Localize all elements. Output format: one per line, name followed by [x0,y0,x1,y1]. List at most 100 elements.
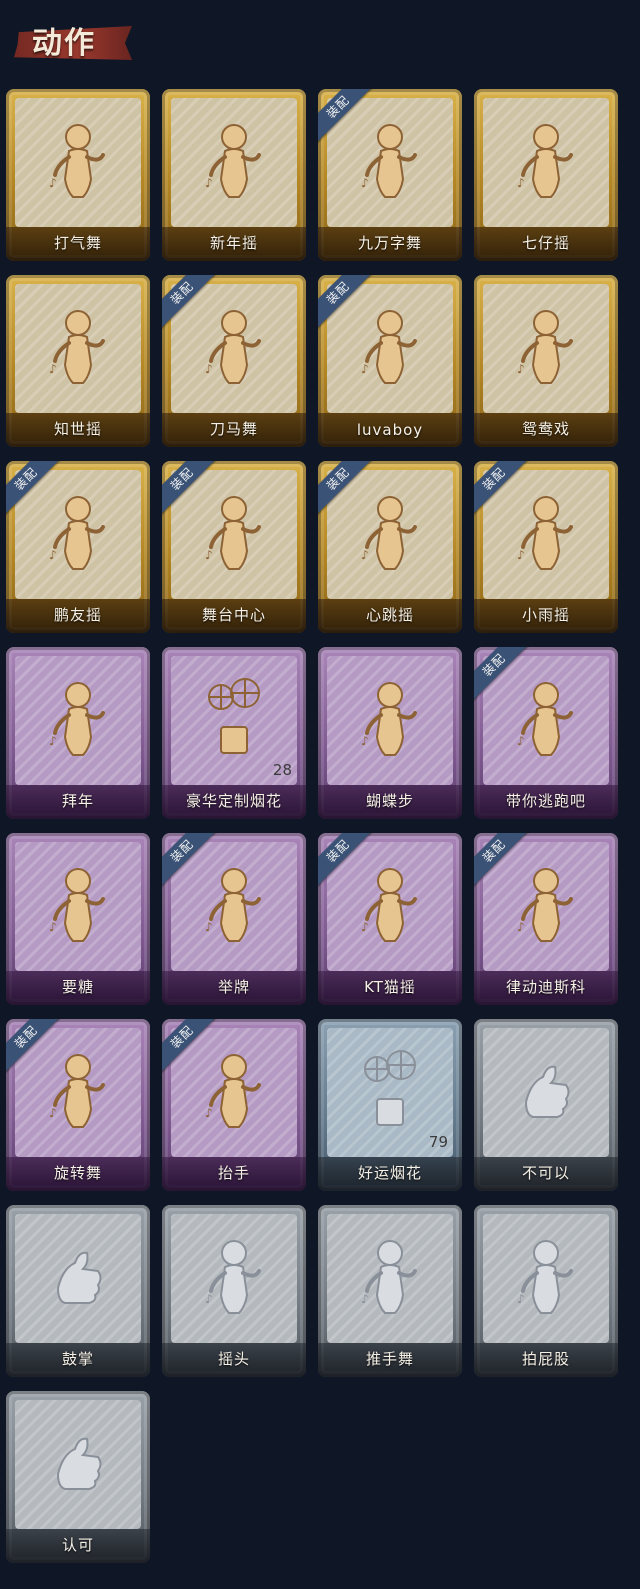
action-card[interactable]: ♪ luvaboy 装配 [318,275,462,447]
spin-pose-icon: ♪ [43,1047,113,1137]
action-card[interactable]: ♪ 带你逃跑吧 装配 [474,647,618,819]
action-card[interactable]: ♪ 鹏友摇 装配 [6,461,150,633]
action-card[interactable]: ♪ 拍屁股 [474,1205,618,1377]
action-label: luvaboy [356,421,424,439]
action-label: 鹏友摇 [53,606,102,624]
dance-pose-icon: ♪ [43,303,113,393]
svg-text:♪: ♪ [49,548,57,562]
action-card[interactable]: ♪ 小雨摇 装配 [474,461,618,633]
action-card[interactable]: 不可以 [474,1019,618,1191]
thumbs-up-icon [43,1419,113,1509]
disco-pose-icon: ♪ [511,861,581,951]
action-label: 鼓掌 [61,1350,94,1368]
svg-text:♪: ♪ [517,1292,525,1306]
reach-pose-icon: ♪ [43,861,113,951]
item-count: 79 [428,1133,448,1151]
action-card[interactable]: ♪ 摇头 [162,1205,306,1377]
action-label: 豪华定制烟花 [185,792,282,810]
action-card[interactable]: ♪ 拜年 [6,647,150,819]
action-card[interactable]: 豪华定制烟花 28 [162,647,306,819]
action-card[interactable]: ♪ 心跳摇 装配 [318,461,462,633]
action-card[interactable]: ♪ 推手舞 [318,1205,462,1377]
svg-text:♪: ♪ [361,920,369,934]
dance-pose-icon: ♪ [43,489,113,579]
action-card[interactable]: ♪ 七仔摇 [474,89,618,261]
shake-head-pose-icon: ♪ [199,1233,269,1323]
action-card[interactable]: ♪ 打气舞 [6,89,150,261]
action-label: 不可以 [521,1164,570,1182]
svg-text:♪: ♪ [205,362,213,376]
svg-text:♪: ♪ [205,1106,213,1120]
action-card[interactable]: ♪ 旋转舞 装配 [6,1019,150,1191]
action-label: 拜年 [61,792,94,810]
action-card[interactable]: ♪ 举牌 装配 [162,833,306,1005]
svg-text:♪: ♪ [49,734,57,748]
action-card[interactable]: ♪ 鸳鸯戏 [474,275,618,447]
push-hands-pose-icon: ♪ [355,1233,425,1323]
dance-pose-icon: ♪ [511,303,581,393]
action-card[interactable]: ♪ 蝴蝶步 [318,647,462,819]
svg-text:♪: ♪ [517,548,525,562]
action-card[interactable]: 认可 [6,1391,150,1563]
dance-pose-icon: ♪ [355,675,425,765]
action-label: 律动迪斯科 [505,978,586,996]
section-header: 动作 [14,18,132,64]
svg-text:♪: ♪ [205,176,213,190]
action-card[interactable]: 鼓掌 [6,1205,150,1377]
dance-pose-icon: ♪ [511,675,581,765]
action-label: 蝴蝶步 [365,792,414,810]
dance-pose-icon: ♪ [199,117,269,207]
dance-pose-icon: ♪ [511,489,581,579]
action-label: 七仔摇 [521,234,570,252]
action-card[interactable]: ♪ 刀马舞 装配 [162,275,306,447]
dance-pose-icon: ♪ [43,117,113,207]
svg-text:♪: ♪ [49,176,57,190]
action-label: 抬手 [217,1164,250,1182]
action-card[interactable]: ♪ 要糖 [6,833,150,1005]
svg-text:♪: ♪ [361,734,369,748]
section-title: 动作 [32,26,96,61]
action-label: 小雨摇 [521,606,570,624]
dance-pose-icon: ♪ [199,303,269,393]
action-card[interactable]: ♪ 知世摇 [6,275,150,447]
greeting-pose-icon: ♪ [43,675,113,765]
dance-pose-icon: ♪ [355,861,425,951]
action-label: 要糖 [61,978,94,996]
dance-pose-icon: ♪ [199,489,269,579]
action-label: 鸳鸯戏 [521,420,570,438]
action-label: 拍屁股 [521,1350,570,1368]
finger-wag-icon [511,1047,581,1137]
action-label: 打气舞 [53,234,102,252]
action-card[interactable]: ♪ 律动迪斯科 装配 [474,833,618,1005]
svg-text:♪: ♪ [517,176,525,190]
svg-text:♪: ♪ [49,362,57,376]
action-card[interactable]: ♪ 新年摇 [162,89,306,261]
action-card[interactable]: 好运烟花 79 [318,1019,462,1191]
dance-pose-icon: ♪ [355,303,425,393]
svg-text:♪: ♪ [361,362,369,376]
svg-text:♪: ♪ [517,734,525,748]
svg-text:♪: ♪ [361,1292,369,1306]
action-card[interactable]: ♪ 九万字舞 装配 [318,89,462,261]
clap-hands-icon [43,1233,113,1323]
action-card[interactable]: ♪ KT猫摇 装配 [318,833,462,1005]
action-card[interactable]: ♪ 抬手 装配 [162,1019,306,1191]
action-card[interactable]: ♪ 舞台中心 装配 [162,461,306,633]
action-label: 推手舞 [365,1350,414,1368]
sign-pose-icon: ♪ [199,861,269,951]
svg-text:♪: ♪ [517,920,525,934]
svg-text:♪: ♪ [205,548,213,562]
action-label: 知世摇 [53,420,102,438]
firework-can-icon [355,1047,425,1137]
svg-text:♪: ♪ [49,1106,57,1120]
action-label: 刀马舞 [209,420,258,438]
svg-text:♪: ♪ [361,176,369,190]
action-label: KT猫摇 [364,978,416,996]
action-label: 新年摇 [209,234,258,252]
dance-pose-icon: ♪ [511,117,581,207]
svg-text:♪: ♪ [517,362,525,376]
action-label: 带你逃跑吧 [505,792,586,810]
svg-text:♪: ♪ [49,920,57,934]
svg-text:♪: ♪ [205,1292,213,1306]
svg-text:♪: ♪ [205,920,213,934]
